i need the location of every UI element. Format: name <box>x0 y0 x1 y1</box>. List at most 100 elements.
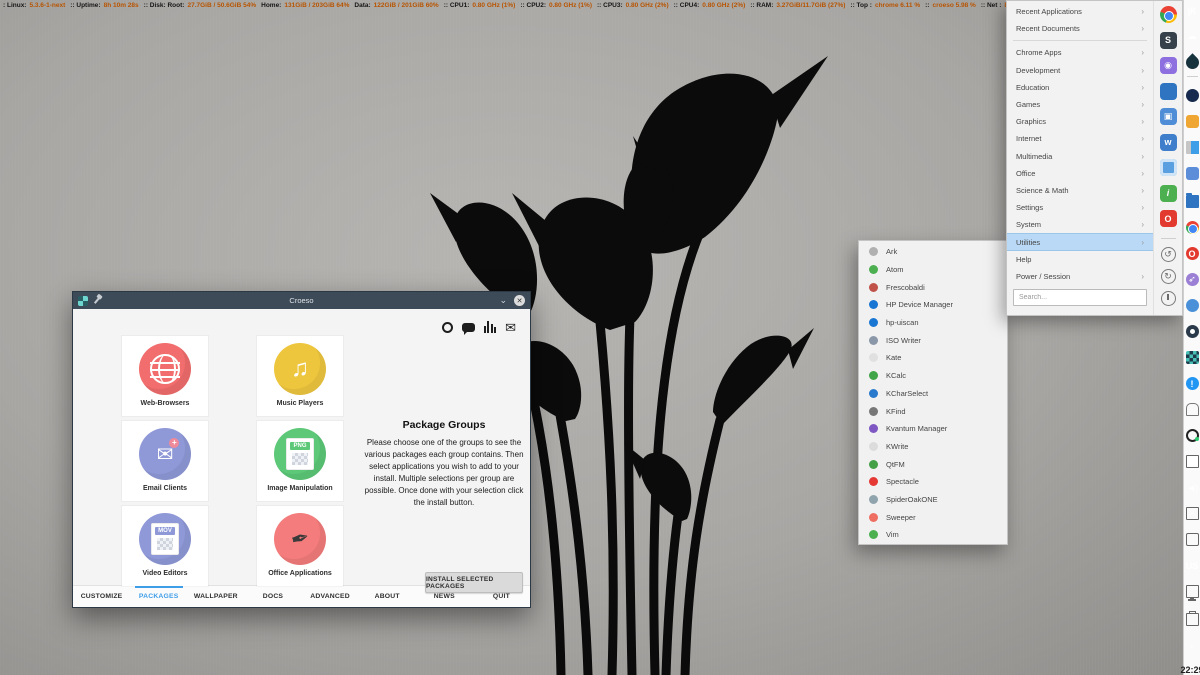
barcode-icon[interactable] <box>484 321 497 333</box>
weather-icon[interactable]: ☁ <box>1186 30 1199 43</box>
menu-item[interactable]: Science & Math › <box>1007 182 1153 199</box>
power-warning-icon[interactable]: ✕ <box>1186 507 1199 520</box>
printer-icon[interactable] <box>1186 613 1199 626</box>
blue-circle-app-icon[interactable] <box>1186 299 1199 312</box>
package-group-card[interactable]: ✒ Office Applications <box>257 506 343 586</box>
menu-item[interactable]: Multimedia › <box>1007 148 1153 165</box>
navy-app-icon[interactable] <box>1186 89 1199 102</box>
checker-app-icon[interactable] <box>1186 351 1199 364</box>
submenu-item[interactable]: Sweeper <box>859 508 1007 526</box>
menu-item[interactable]: Games › <box>1007 96 1153 113</box>
orange-app-icon[interactable] <box>1186 115 1199 128</box>
rollup-button[interactable]: ⌄ <box>499 296 507 305</box>
email-icon[interactable]: ✉ <box>505 322 516 333</box>
writer-app-icon[interactable]: w <box>1160 134 1177 151</box>
submenu-item[interactable]: Kate <box>859 349 1007 367</box>
chrome-icon[interactable] <box>1186 221 1199 234</box>
menu-item[interactable]: Help <box>1007 251 1153 268</box>
submenu-item[interactable]: Atom <box>859 261 1007 279</box>
menu-item[interactable]: Education › <box>1007 79 1153 96</box>
submenu-item[interactable]: Vim <box>859 526 1007 544</box>
info-app-icon[interactable]: i <box>1160 185 1177 202</box>
package-group-card[interactable]: PNG Image Manipulation <box>257 421 343 501</box>
pacman-ghost-icon[interactable] <box>1186 403 1199 416</box>
dark-app-icon[interactable] <box>1186 325 1199 338</box>
opera-icon[interactable]: O <box>1186 247 1199 260</box>
menu-item[interactable]: Utilities › <box>1007 233 1153 250</box>
submenu-item[interactable]: KCalc <box>859 367 1007 385</box>
purple-app-icon[interactable]: ◉ <box>1160 57 1177 74</box>
menu-item[interactable]: Graphics › <box>1007 113 1153 130</box>
menu-item[interactable]: Recent Documents › <box>1007 20 1153 37</box>
screen-app-icon[interactable]: ▣ <box>1160 108 1177 125</box>
menu-item[interactable]: System › <box>1007 216 1153 233</box>
tab[interactable]: DOCS <box>244 586 301 607</box>
tab[interactable]: WALLPAPER <box>187 586 244 607</box>
kde-logo-icon[interactable]: |K <box>1186 4 1199 17</box>
submenu-item[interactable]: KWrite <box>859 438 1007 456</box>
package-group-card[interactable]: ♫ Music Players <box>257 336 343 416</box>
logout-button[interactable]: ↺ <box>1161 247 1176 262</box>
menu-item[interactable]: Development › <box>1007 62 1153 79</box>
menu-item[interactable]: Settings › <box>1007 199 1153 216</box>
volume-icon[interactable]: ◄) <box>1186 481 1199 494</box>
chat-icon[interactable] <box>462 323 475 332</box>
titlebar[interactable]: Croeso ⌄ ✕ <box>73 292 530 309</box>
keyboard-layout[interactable]: US <box>1186 559 1199 572</box>
submenu-item[interactable]: KFind <box>859 402 1007 420</box>
clock[interactable]: 22:29 <box>1180 665 1200 675</box>
kdeconnect-icon[interactable] <box>1186 533 1199 546</box>
submenu-item[interactable]: hp-uiscan <box>859 314 1007 332</box>
search-input[interactable] <box>1013 289 1147 306</box>
expand-tray-icon[interactable]: ‹ <box>1186 639 1199 652</box>
submenu-item[interactable]: Ark <box>859 243 1007 261</box>
submenu-item[interactable]: ISO Writer <box>859 331 1007 349</box>
github-icon[interactable] <box>442 322 453 333</box>
tab[interactable]: CUSTOMIZE <box>73 586 130 607</box>
submenu-item[interactable]: Frescobaldi <box>859 278 1007 296</box>
tab[interactable]: NEWS <box>416 586 473 607</box>
progress-widget[interactable] <box>1186 141 1199 154</box>
close-button[interactable]: ✕ <box>514 295 525 306</box>
package-group-card[interactable]: ✉+ Email Clients <box>122 421 208 501</box>
chevron-right-icon: › <box>1141 186 1144 195</box>
display-icon[interactable] <box>1186 585 1199 598</box>
opera-icon[interactable]: O <box>1160 210 1177 227</box>
ink-drop-icon[interactable] <box>1183 53 1200 71</box>
tab[interactable]: ADVANCED <box>302 586 359 607</box>
submenu-item-label: Sweeper <box>886 513 916 522</box>
app-icon <box>869 336 878 345</box>
paint-app-icon[interactable]: ➶ <box>1186 273 1199 286</box>
submenu-item[interactable]: Kvantum Manager <box>859 420 1007 438</box>
app-icon <box>869 283 878 292</box>
blue-app-icon[interactable] <box>1186 167 1199 180</box>
submenu-item-label: Spectacle <box>886 477 919 486</box>
shutdown-button[interactable] <box>1161 291 1176 306</box>
submenu-item[interactable]: SpiderOakONE <box>859 491 1007 509</box>
file-manager-icon[interactable] <box>1186 195 1199 208</box>
tab[interactable]: PACKAGES <box>130 586 187 607</box>
menu-item[interactable]: Recent Applications › <box>1007 3 1153 20</box>
notification-icon[interactable]: ! <box>1186 377 1199 390</box>
submenu-item[interactable]: HP Device Manager <box>859 296 1007 314</box>
menu-item[interactable]: Chrome Apps › <box>1007 44 1153 61</box>
file-manager-icon[interactable] <box>1160 83 1177 100</box>
menu-item[interactable]: Internet › <box>1007 130 1153 147</box>
menu-item-label: System <box>1016 220 1041 229</box>
menu-item[interactable]: Power / Session › <box>1007 268 1153 285</box>
tab[interactable]: ABOUT <box>359 586 416 607</box>
submenu-item[interactable]: Spectacle <box>859 473 1007 491</box>
tab[interactable]: QUIT <box>473 586 530 607</box>
menu-item[interactable]: Office › <box>1007 165 1153 182</box>
station-app-icon[interactable]: S <box>1160 32 1177 49</box>
ring-app-icon[interactable] <box>1160 159 1177 176</box>
submenu-item[interactable]: QtFM <box>859 455 1007 473</box>
package-group-card[interactable]: MOV Video Editors <box>122 506 208 586</box>
timer-icon[interactable] <box>1186 429 1199 442</box>
chevron-right-icon: › <box>1141 66 1144 75</box>
chrome-icon[interactable] <box>1160 6 1177 23</box>
clipboard-icon[interactable] <box>1186 455 1199 468</box>
submenu-item[interactable]: KCharSelect <box>859 385 1007 403</box>
package-group-card[interactable]: Web-Browsers <box>122 336 208 416</box>
restart-button[interactable]: ↻ <box>1161 269 1176 284</box>
